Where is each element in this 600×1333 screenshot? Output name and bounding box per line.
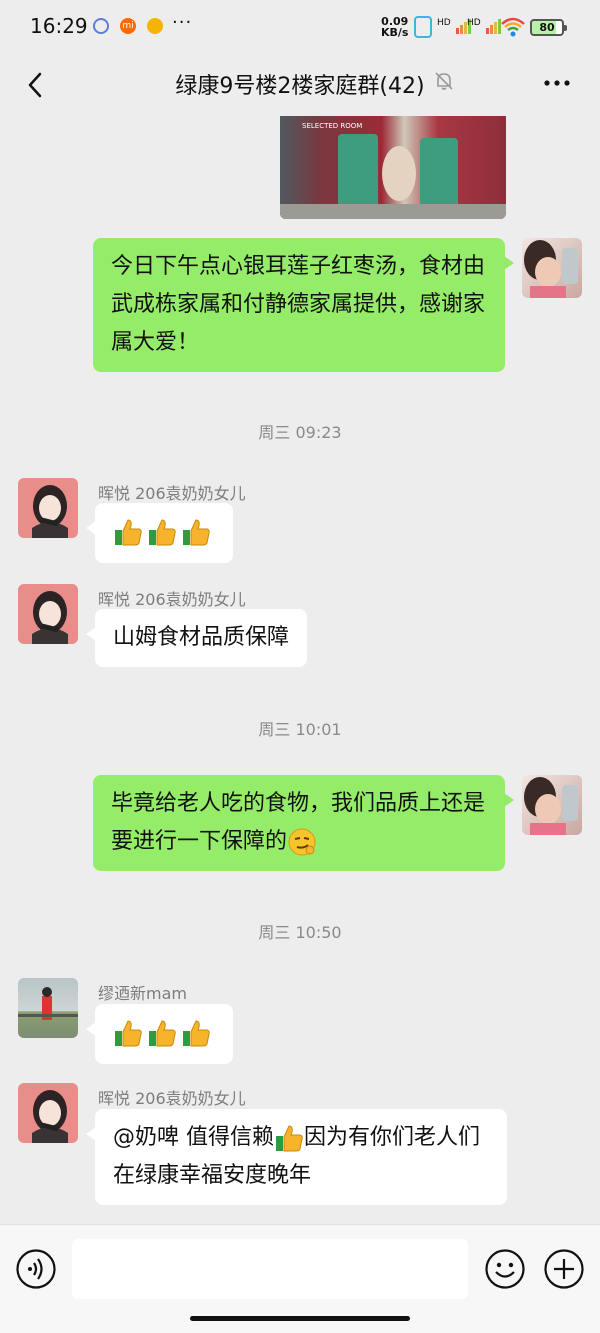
timestamp: 周三 10:50 xyxy=(258,923,342,942)
message-bubble[interactable]: 毕竟给老人吃的食物，我们品质上还是要进行一下保障的 xyxy=(93,775,514,871)
thumbs-up-icon xyxy=(115,519,142,546)
more-button[interactable] xyxy=(540,66,574,100)
plus-button[interactable] xyxy=(543,1248,585,1290)
message-text: @奶啤 值得信赖 xyxy=(113,1125,274,1150)
more-notifications-icon: ··· xyxy=(172,12,193,33)
avatar[interactable] xyxy=(522,775,582,835)
nfc-icon xyxy=(414,16,432,38)
thumbs-up-icon xyxy=(276,1125,303,1152)
voice-button[interactable] xyxy=(15,1248,57,1290)
more-horizontal-icon xyxy=(544,80,570,86)
thumbs-up-icon xyxy=(183,1020,210,1047)
avatar[interactable] xyxy=(18,978,78,1038)
sender-name: 晖悦 206袁奶奶女儿 xyxy=(98,484,246,503)
avatar[interactable] xyxy=(522,238,582,298)
sender-name: 缪迺新mam xyxy=(98,984,187,1003)
voice-icon xyxy=(16,1249,56,1289)
avatar[interactable] xyxy=(18,584,78,644)
notification-icon xyxy=(93,18,109,34)
sim1-hd-label: HD xyxy=(437,18,451,28)
sender-name: 晖悦 206袁奶奶女儿 xyxy=(98,590,246,609)
sim2-hd-label: HD xyxy=(467,18,481,28)
chat-title: 绿康9号楼2楼家庭群(42) xyxy=(175,74,425,99)
thumbs-up-icon xyxy=(149,519,176,546)
sim1-signal-icon: HD xyxy=(437,18,471,37)
avatar[interactable] xyxy=(18,1083,78,1143)
mi-notification-icon: mi xyxy=(120,18,136,34)
thumbs-up-icon xyxy=(115,1020,142,1047)
plus-icon xyxy=(544,1249,584,1289)
network-speed: 0.09 KB/s xyxy=(381,16,408,38)
status-bar: 16:29 mi ··· 0.09 KB/s HD HD 80 xyxy=(0,0,600,56)
message-bubble[interactable]: 今日下午点心银耳莲子红枣汤，食材由武成栋家属和付静德家属提供，感谢家属大爱！ xyxy=(93,238,514,372)
sunglasses-emoji-icon xyxy=(147,18,163,34)
timestamp: 周三 09:23 xyxy=(258,423,342,442)
message-list[interactable]: SELECTED ROOM 今日下午点心银耳莲子红枣汤，食材由武成栋家属和付静德… xyxy=(0,116,600,1224)
sim2-signal-icon: HD xyxy=(467,18,501,37)
message-bubble[interactable]: 山姆食材品质保障 xyxy=(85,609,308,667)
shared-photo[interactable]: SELECTED ROOM xyxy=(280,116,506,219)
thumbs-up-icon xyxy=(183,519,210,546)
avatar[interactable] xyxy=(18,478,78,538)
message-bubble[interactable]: @奶啤 值得信赖 因为有你们老人们在绿康幸福安度晚年 xyxy=(86,1109,507,1205)
bell-off-icon xyxy=(433,70,455,92)
thumbs-up-icon xyxy=(149,1020,176,1047)
timestamp: 周三 10:01 xyxy=(258,720,342,739)
smirk-emoji-icon xyxy=(288,828,316,856)
home-indicator[interactable] xyxy=(190,1316,410,1321)
message-input[interactable] xyxy=(72,1239,468,1299)
chat-header: 绿康9号楼2楼家庭群(42) xyxy=(0,56,600,116)
message-bubble[interactable] xyxy=(86,503,233,563)
smile-icon xyxy=(485,1249,525,1289)
message-bubble[interactable] xyxy=(86,1004,233,1064)
battery-indicator: 80 xyxy=(530,19,567,36)
network-speed-unit: KB/s xyxy=(381,26,409,39)
emoji-button[interactable] xyxy=(484,1248,526,1290)
sender-name: 晖悦 206袁奶奶女儿 xyxy=(98,1089,246,1108)
status-time: 16:29 xyxy=(30,14,88,38)
wifi-icon xyxy=(500,16,526,42)
photo-label: SELECTED ROOM xyxy=(302,122,363,130)
